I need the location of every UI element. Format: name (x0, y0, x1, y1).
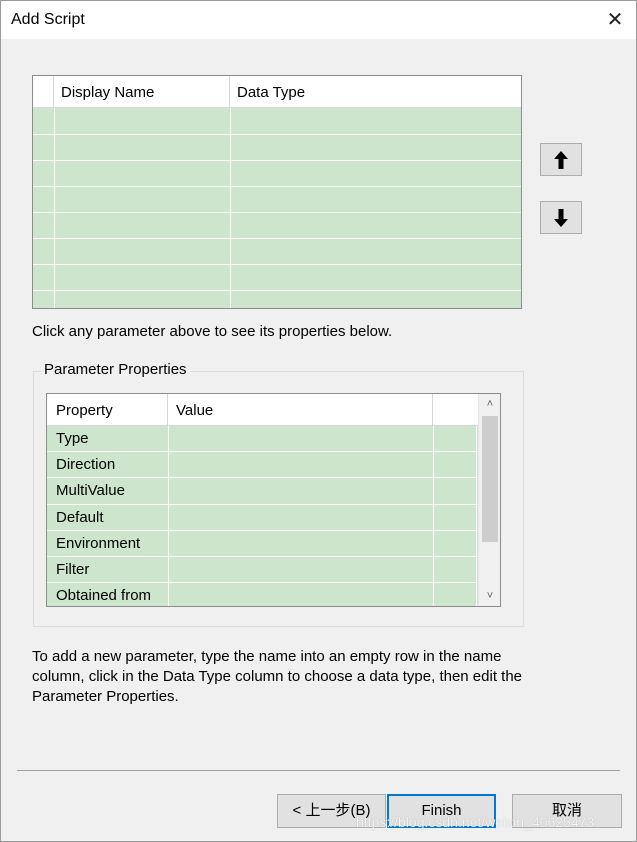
grid-line (433, 452, 434, 478)
parameter-properties-title: Parameter Properties (41, 361, 190, 378)
title-bar: Add Script ✕ (1, 1, 636, 39)
property-row-multivalue[interactable]: MultiValue (47, 478, 478, 505)
properties-grid-header: Property Value (47, 394, 478, 426)
property-row-type[interactable]: Type (47, 426, 478, 453)
grid-line (433, 504, 434, 530)
grid-line (33, 160, 521, 161)
add-parameter-hint: To add a new parameter, type the name in… (32, 648, 523, 705)
property-row-environment[interactable]: Environment (47, 530, 478, 557)
grid-line (168, 530, 169, 556)
parameters-grid[interactable]: Display Name Data Type (32, 75, 522, 309)
grid-line (168, 426, 169, 452)
scroll-up-icon[interactable]: ˄ (479, 394, 500, 414)
properties-grid-rows: Type Direction MultiValue Default Enviro… (47, 426, 478, 606)
parameters-grid-body[interactable] (33, 108, 521, 308)
arrow-down-icon (554, 208, 568, 227)
grid-line (433, 583, 434, 606)
scroll-thumb[interactable] (482, 416, 498, 542)
grid-line (168, 556, 169, 583)
back-button[interactable]: < 上一步(B) (277, 794, 386, 828)
property-row-default[interactable]: Default (47, 504, 478, 531)
grid-line (476, 452, 477, 478)
grid-line (433, 426, 434, 452)
scroll-down-icon[interactable]: ˅ (479, 586, 500, 606)
property-row-direction[interactable]: Direction (47, 452, 478, 479)
properties-grid[interactable]: Property Value Type Direction MultiValue… (46, 393, 501, 607)
grid-line (433, 530, 434, 556)
column-header-data-type[interactable]: Data Type (231, 76, 521, 108)
grid-line (168, 583, 169, 606)
grid-line (54, 108, 55, 308)
close-icon[interactable]: ✕ (600, 5, 630, 35)
grid-line (33, 290, 521, 291)
column-header-value[interactable]: Value (169, 394, 433, 426)
property-name: Type (56, 430, 89, 447)
move-down-button[interactable] (540, 201, 582, 234)
grid-line (168, 504, 169, 530)
column-header-extra (434, 394, 478, 426)
arrow-up-icon (554, 150, 568, 169)
grid-line (33, 134, 521, 135)
grid-line (476, 426, 477, 452)
grid-line (476, 556, 477, 583)
property-name: Environment (56, 534, 141, 552)
parameters-grid-header: Display Name Data Type (33, 76, 521, 108)
property-name: Filter (56, 560, 90, 578)
grid-line (476, 530, 477, 556)
property-row-obtained-from[interactable]: Obtained from (47, 583, 478, 606)
column-header-display-name[interactable]: Display Name (55, 76, 230, 108)
grid-line (168, 478, 169, 504)
column-header-property[interactable]: Property (47, 394, 168, 426)
add-script-dialog: Add Script ✕ Display Name Data Type Clic… (0, 0, 637, 842)
property-name: MultiValue (56, 482, 125, 500)
window-title: Add Script (11, 11, 85, 28)
grid-line (476, 478, 477, 504)
grid-line (230, 108, 231, 308)
footer-divider (17, 770, 620, 771)
grid-line (33, 212, 521, 213)
select-parameter-hint: Click any parameter above to see its pro… (32, 323, 393, 340)
move-up-button[interactable] (540, 143, 582, 176)
property-row-filter[interactable]: Filter (47, 556, 478, 584)
property-name: Default (56, 508, 104, 526)
properties-scrollbar[interactable]: ˄ ˅ (478, 394, 500, 606)
grid-line (33, 264, 521, 265)
property-name: Obtained from (56, 587, 152, 605)
grid-line (476, 583, 477, 606)
grid-line (168, 452, 169, 478)
property-name: Direction (56, 456, 116, 474)
grid-line (433, 478, 434, 504)
grid-line (433, 556, 434, 583)
grid-line (33, 186, 521, 187)
grid-line (476, 504, 477, 530)
grid-line (33, 238, 521, 239)
cancel-button[interactable]: 取消 (512, 794, 622, 828)
row-header-cell (33, 76, 54, 108)
finish-button[interactable]: Finish (387, 794, 496, 828)
